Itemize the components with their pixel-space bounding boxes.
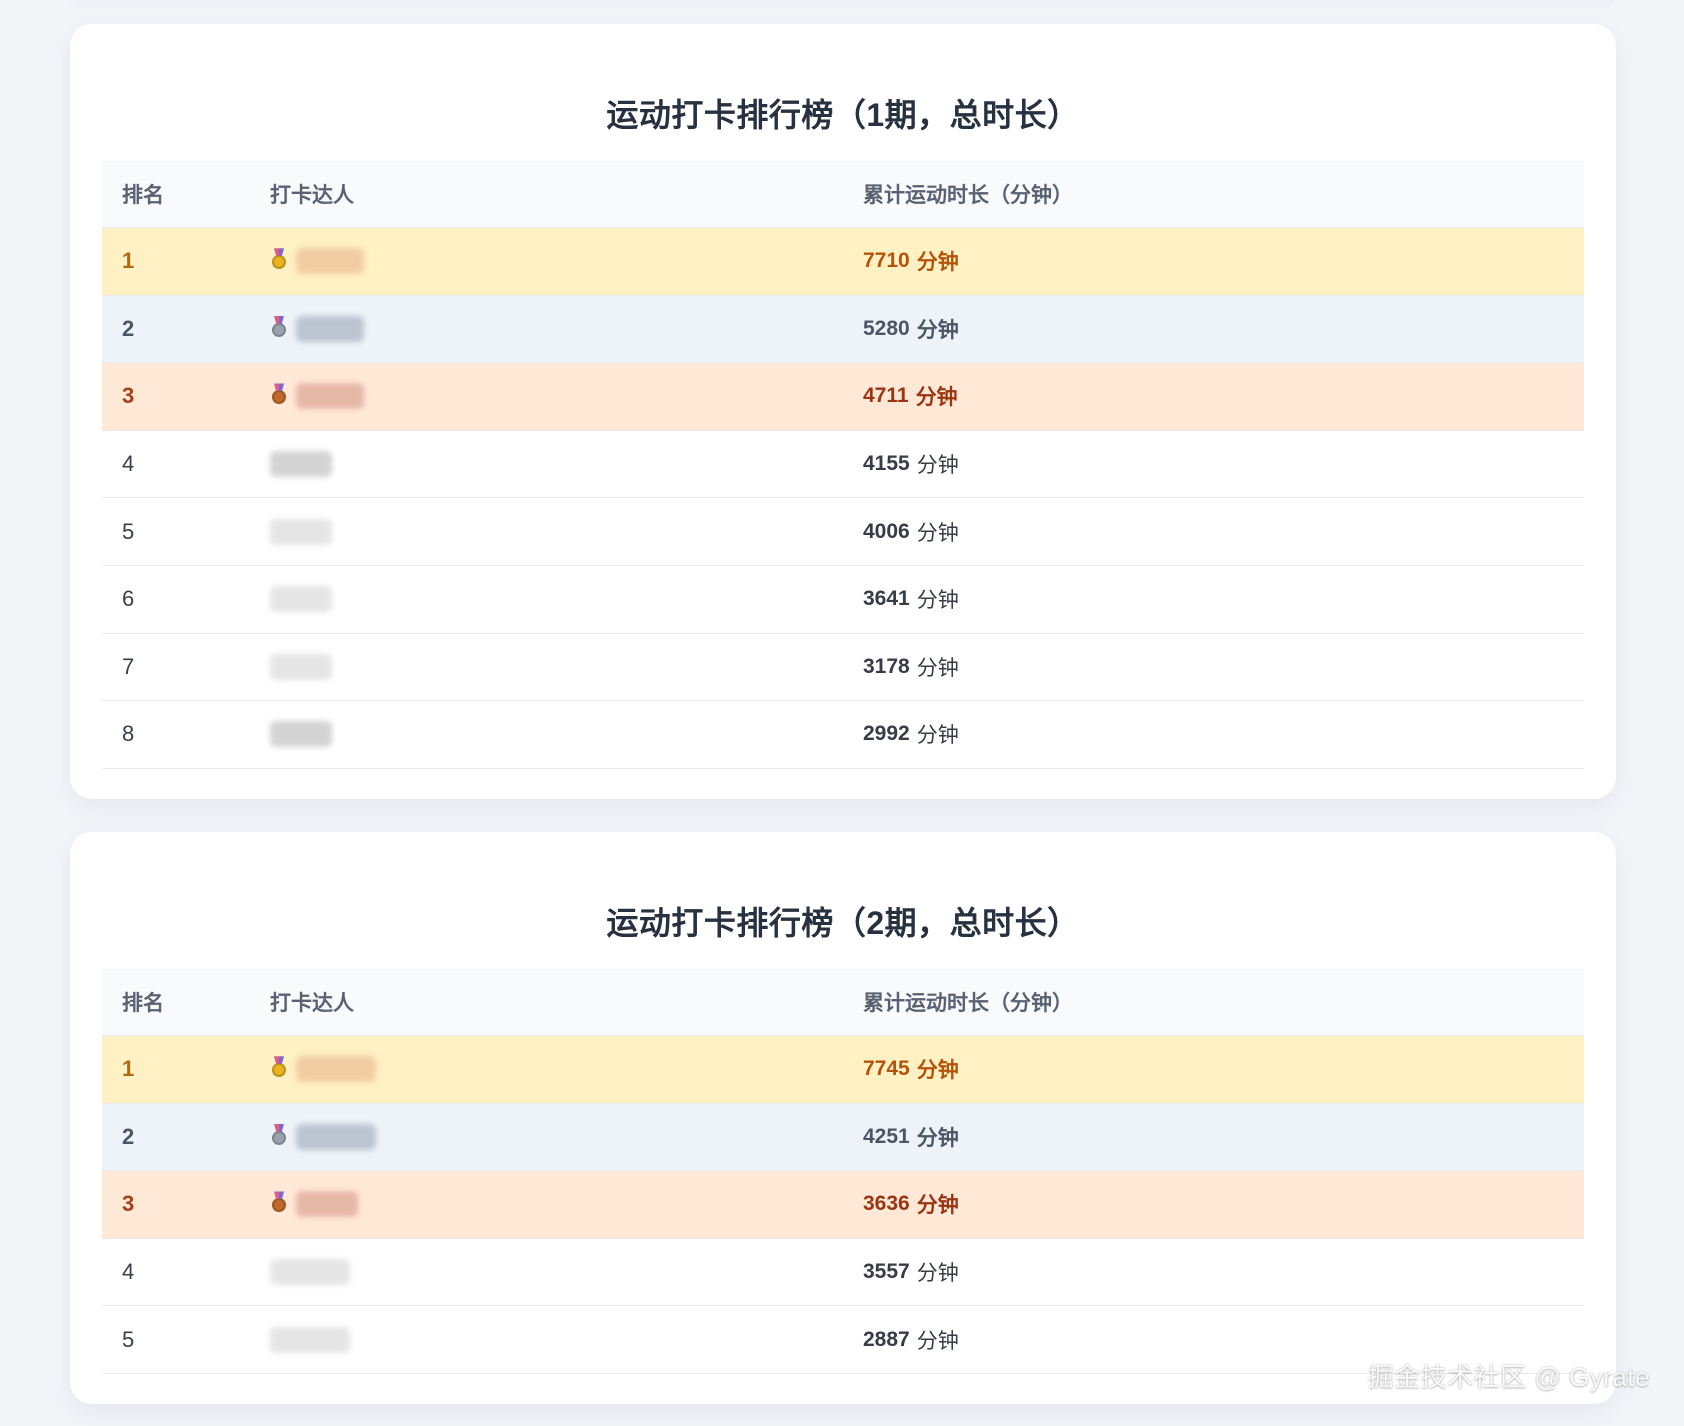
participant-cell	[270, 1104, 630, 1171]
participant-cell	[270, 498, 630, 565]
leaderboard-card-2: 运动打卡排行榜（2期，总时长） 排名 打卡达人 累计运动时长（分钟） 1 774…	[70, 832, 1616, 1404]
rank-number: 1	[122, 1056, 135, 1082]
table-row: 3 4711 分钟	[102, 363, 1584, 431]
table-row: 6 3641 分钟	[102, 565, 1584, 634]
table-row: 2 5280 分钟	[102, 295, 1584, 364]
blurred-name	[296, 315, 364, 342]
blurred-name	[296, 1191, 358, 1218]
exercise-minutes: 4251 分钟	[863, 1124, 959, 1150]
table-row: 7 3178 分钟	[102, 633, 1584, 702]
table-row: 1 7710 分钟	[102, 228, 1584, 296]
rank-number: 2	[122, 1123, 135, 1149]
blurred-name	[270, 586, 332, 613]
name-header: 打卡达人	[270, 184, 354, 207]
bronze-medal-icon	[270, 383, 288, 409]
blurred-name	[270, 721, 332, 748]
exercise-minutes: 7710 分钟	[863, 249, 959, 275]
blurred-name	[296, 1123, 376, 1150]
participant-cell	[270, 1239, 630, 1306]
participant-cell	[270, 1306, 630, 1373]
participant-cell	[270, 363, 630, 430]
rank-header: 排名	[122, 184, 164, 207]
rank-number: 4	[122, 1259, 135, 1285]
blurred-name	[270, 653, 332, 680]
table-header-row: 排名 打卡达人 累计运动时长（分钟）	[102, 161, 1584, 228]
table-row: 8 2992 分钟	[102, 701, 1584, 769]
bronze-medal-icon	[270, 1191, 288, 1217]
gold-medal-icon	[270, 1056, 288, 1082]
table-row: 4 4155 分钟	[102, 430, 1584, 499]
rank-number: 3	[122, 1191, 135, 1217]
participant-cell	[270, 296, 630, 363]
watermark-text: 掘金技术社区 @ Gyrate	[1367, 1362, 1650, 1392]
rank-number: 7	[122, 653, 135, 679]
rank-number: 6	[122, 586, 135, 612]
exercise-minutes: 3178 分钟	[863, 654, 959, 680]
participant-cell	[270, 1036, 630, 1103]
rank-number: 1	[122, 248, 135, 274]
participant-cell	[270, 431, 630, 498]
exercise-minutes: 3557 分钟	[863, 1260, 959, 1286]
time-header: 累计运动时长（分钟）	[863, 184, 1073, 207]
leaderboard-title-2: 运动打卡排行榜（2期，总时长）	[606, 905, 1080, 941]
exercise-minutes: 4155 分钟	[863, 452, 959, 478]
gold-medal-icon	[270, 248, 288, 274]
rank-number: 5	[122, 1326, 135, 1352]
exercise-minutes: 4711 分钟	[863, 384, 958, 410]
name-header: 打卡达人	[270, 992, 354, 1015]
table-row: 1 7745 分钟	[102, 1036, 1584, 1104]
table-row: 2 4251 分钟	[102, 1103, 1584, 1172]
table-header-row: 排名 打卡达人 累计运动时长（分钟）	[102, 969, 1584, 1036]
exercise-minutes: 4006 分钟	[863, 519, 959, 545]
rank-number: 2	[122, 315, 135, 341]
leaderboard-card-1: 运动打卡排行榜（1期，总时长） 排名 打卡达人 累计运动时长（分钟） 1 771…	[70, 24, 1616, 799]
silver-medal-icon	[270, 315, 288, 342]
rank-header: 排名	[122, 992, 164, 1015]
blurred-name	[270, 1259, 350, 1286]
participant-cell	[270, 228, 630, 295]
rank-number: 8	[122, 721, 135, 747]
participant-cell	[270, 701, 630, 768]
table-row: 4 3557 分钟	[102, 1238, 1584, 1307]
exercise-minutes: 5280 分钟	[863, 316, 959, 342]
leaderboard-title-1: 运动打卡排行榜（1期，总时长）	[606, 97, 1080, 133]
blurred-name	[296, 1056, 376, 1083]
leaderboard-table-1: 排名 打卡达人 累计运动时长（分钟） 1 7710 分钟 2 5280 分钟 3…	[102, 161, 1584, 769]
table-row: 5 4006 分钟	[102, 498, 1584, 566]
rank-number: 3	[122, 383, 135, 409]
blurred-name	[296, 248, 364, 275]
page: 运动打卡排行榜（1期，总时长） 排名 打卡达人 累计运动时长（分钟） 1 771…	[0, 0, 1684, 1426]
exercise-minutes: 3636 分钟	[863, 1192, 959, 1218]
table-row: 3 3636 分钟	[102, 1171, 1584, 1239]
participant-cell	[270, 634, 630, 701]
blurred-name	[270, 451, 332, 478]
participant-cell	[270, 566, 630, 633]
exercise-minutes: 3641 分钟	[863, 587, 959, 613]
blurred-name	[270, 518, 332, 545]
table-row: 5 2887 分钟	[102, 1306, 1584, 1374]
exercise-minutes: 2992 分钟	[863, 722, 959, 748]
silver-medal-icon	[270, 1123, 288, 1150]
participant-cell	[270, 1171, 630, 1238]
exercise-minutes: 2887 分钟	[863, 1327, 959, 1353]
time-header: 累计运动时长（分钟）	[863, 992, 1073, 1015]
exercise-minutes: 7745 分钟	[863, 1057, 959, 1083]
leaderboard-table-2: 排名 打卡达人 累计运动时长（分钟） 1 7745 分钟 2 4251 分钟 3…	[102, 969, 1584, 1374]
blurred-name	[270, 1326, 350, 1353]
rank-number: 4	[122, 451, 135, 477]
previous-card-edge	[70, 0, 1614, 8]
rank-number: 5	[122, 518, 135, 544]
blurred-name	[296, 383, 364, 410]
